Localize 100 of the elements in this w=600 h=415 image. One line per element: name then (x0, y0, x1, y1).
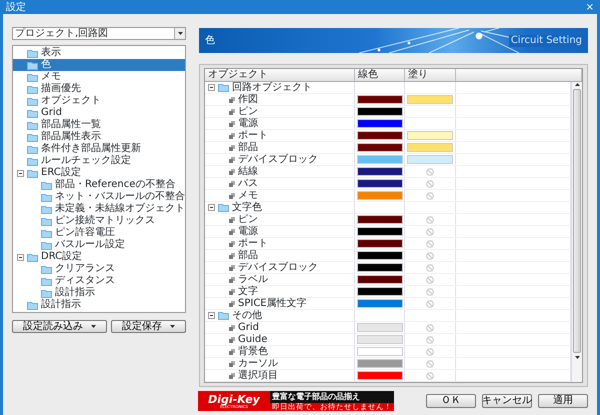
scroll-down-icon (574, 355, 580, 360)
color-swatch[interactable] (357, 215, 403, 224)
color-swatch[interactable] (357, 119, 403, 128)
collapse-icon[interactable] (17, 170, 24, 176)
folder-icon (27, 144, 38, 154)
item-label[interactable]: ポート (238, 238, 268, 248)
tree-item[interactable]: ピン接続マトリックス (13, 215, 185, 227)
color-swatch[interactable] (357, 335, 403, 344)
folder-icon (41, 288, 52, 298)
color-swatch[interactable] (407, 131, 453, 140)
tree-item[interactable]: バスルール設定 (13, 239, 185, 251)
item-label[interactable]: メモ (238, 190, 258, 200)
color-swatch[interactable] (357, 155, 403, 164)
tree-item[interactable]: ルールチェック設定 (13, 155, 185, 167)
color-swatch[interactable] (357, 251, 403, 260)
item-label[interactable]: 結線 (238, 166, 258, 176)
color-swatch[interactable] (357, 179, 403, 188)
item-label[interactable]: 電源 (238, 118, 258, 128)
item-label[interactable]: Guide (238, 334, 268, 344)
ad-headline: 豊富な電子部品の品揃え (271, 391, 361, 402)
dialog-button[interactable]: ＯＫ (426, 394, 476, 408)
color-swatch[interactable] (357, 371, 403, 380)
close-button[interactable]: × (586, 0, 594, 14)
tree-item[interactable]: 色 (13, 59, 185, 71)
color-swatch[interactable] (357, 287, 403, 296)
group-label[interactable]: 回路オブジェクト (232, 82, 312, 92)
tree-item[interactable]: ERC設定 (13, 167, 185, 179)
folder-icon (27, 252, 38, 262)
folder-icon (27, 132, 38, 142)
color-swatch[interactable] (357, 323, 403, 332)
item-label[interactable]: 文字 (238, 286, 258, 296)
folder-icon (218, 311, 229, 320)
tree-item[interactable]: 条件付き部品属性更新 (13, 143, 185, 155)
item-label[interactable]: Grid (238, 322, 259, 332)
dropdown-button[interactable]: 設定読み込み (12, 320, 107, 333)
group-label[interactable]: 文字色 (232, 202, 262, 212)
item-label[interactable]: デバイスブロック (238, 154, 318, 164)
item-label[interactable]: 部品 (238, 250, 258, 260)
color-swatch[interactable] (357, 167, 403, 176)
folder-icon (27, 60, 38, 70)
color-swatch[interactable] (407, 143, 453, 152)
dialog-button[interactable]: 適用 (538, 394, 588, 408)
color-swatch[interactable] (407, 95, 453, 104)
color-swatch[interactable] (357, 347, 403, 356)
tree-item[interactable]: 未定義・未結線オブジェクト (13, 203, 185, 215)
color-swatch[interactable] (357, 107, 403, 116)
tree-item[interactable]: Grid (13, 107, 185, 119)
tree-item[interactable]: クリアランス (13, 263, 185, 275)
item-label[interactable]: デバイスブロック (238, 262, 318, 272)
tree-item[interactable]: 設計指示 (13, 287, 185, 299)
project-dropdown[interactable]: プロジェクト,回路図 (12, 27, 186, 40)
item-label[interactable]: 作図 (238, 94, 258, 104)
item-label[interactable]: ピン (238, 106, 258, 116)
collapse-icon[interactable] (208, 204, 215, 211)
tree-item[interactable]: 設計指示 (13, 299, 185, 311)
tree-item[interactable]: 描画優先 (13, 83, 185, 95)
color-swatch[interactable] (357, 143, 403, 152)
tree-item[interactable]: メモ (13, 71, 185, 83)
item-label[interactable]: ラベル (238, 274, 268, 284)
item-label[interactable]: 選択項目 (238, 370, 278, 380)
color-swatch[interactable] (357, 95, 403, 104)
color-swatch[interactable] (357, 263, 403, 272)
dropdown-button[interactable]: 設定保存 (111, 320, 186, 333)
item-label[interactable]: カーソル (238, 358, 278, 368)
color-swatch[interactable] (357, 131, 403, 140)
collapse-icon[interactable] (208, 84, 215, 91)
color-swatch[interactable] (357, 275, 403, 284)
color-swatch[interactable] (407, 155, 453, 164)
dialog-button[interactable]: キャンセル (482, 394, 532, 408)
tree-item[interactable]: ピン許容電圧 (13, 227, 185, 239)
folder-icon (41, 192, 52, 202)
color-swatch[interactable] (357, 359, 403, 368)
color-swatch[interactable] (357, 299, 403, 308)
item-label[interactable]: 背景色 (238, 346, 268, 356)
item-label[interactable]: 電源 (238, 226, 258, 236)
caret-icon (178, 32, 182, 35)
scrollbar[interactable] (571, 82, 582, 382)
tree-item[interactable]: ディスタンス (13, 275, 185, 287)
collapse-icon[interactable] (208, 312, 215, 319)
color-swatch[interactable] (357, 239, 403, 248)
tree-item[interactable]: 部品・Referenceの不整合 (13, 179, 185, 191)
tree-item[interactable]: DRC設定 (13, 251, 185, 263)
folder-icon (41, 228, 52, 238)
caret-icon (170, 325, 175, 328)
collapse-icon[interactable] (17, 254, 24, 260)
tree-item[interactable]: ネット・バスルールの不整合 (13, 191, 185, 203)
column-header: 塗り (405, 69, 456, 81)
tree-item[interactable]: 表示 (13, 47, 185, 59)
color-swatch[interactable] (357, 227, 403, 236)
color-swatch[interactable] (357, 191, 403, 200)
item-label[interactable]: バス (238, 178, 258, 188)
tree-item[interactable]: 部品属性表示 (13, 131, 185, 143)
item-label[interactable]: ポート (238, 130, 268, 140)
item-label[interactable]: 部品 (238, 142, 258, 152)
folder-icon (41, 180, 52, 190)
group-label[interactable]: その他 (232, 310, 262, 320)
tree-item[interactable]: 部品属性一覧 (13, 119, 185, 131)
item-label[interactable]: ピン (238, 214, 258, 224)
item-label[interactable]: SPICE属性文字 (238, 298, 307, 308)
tree-item[interactable]: オブジェクト (13, 95, 185, 107)
